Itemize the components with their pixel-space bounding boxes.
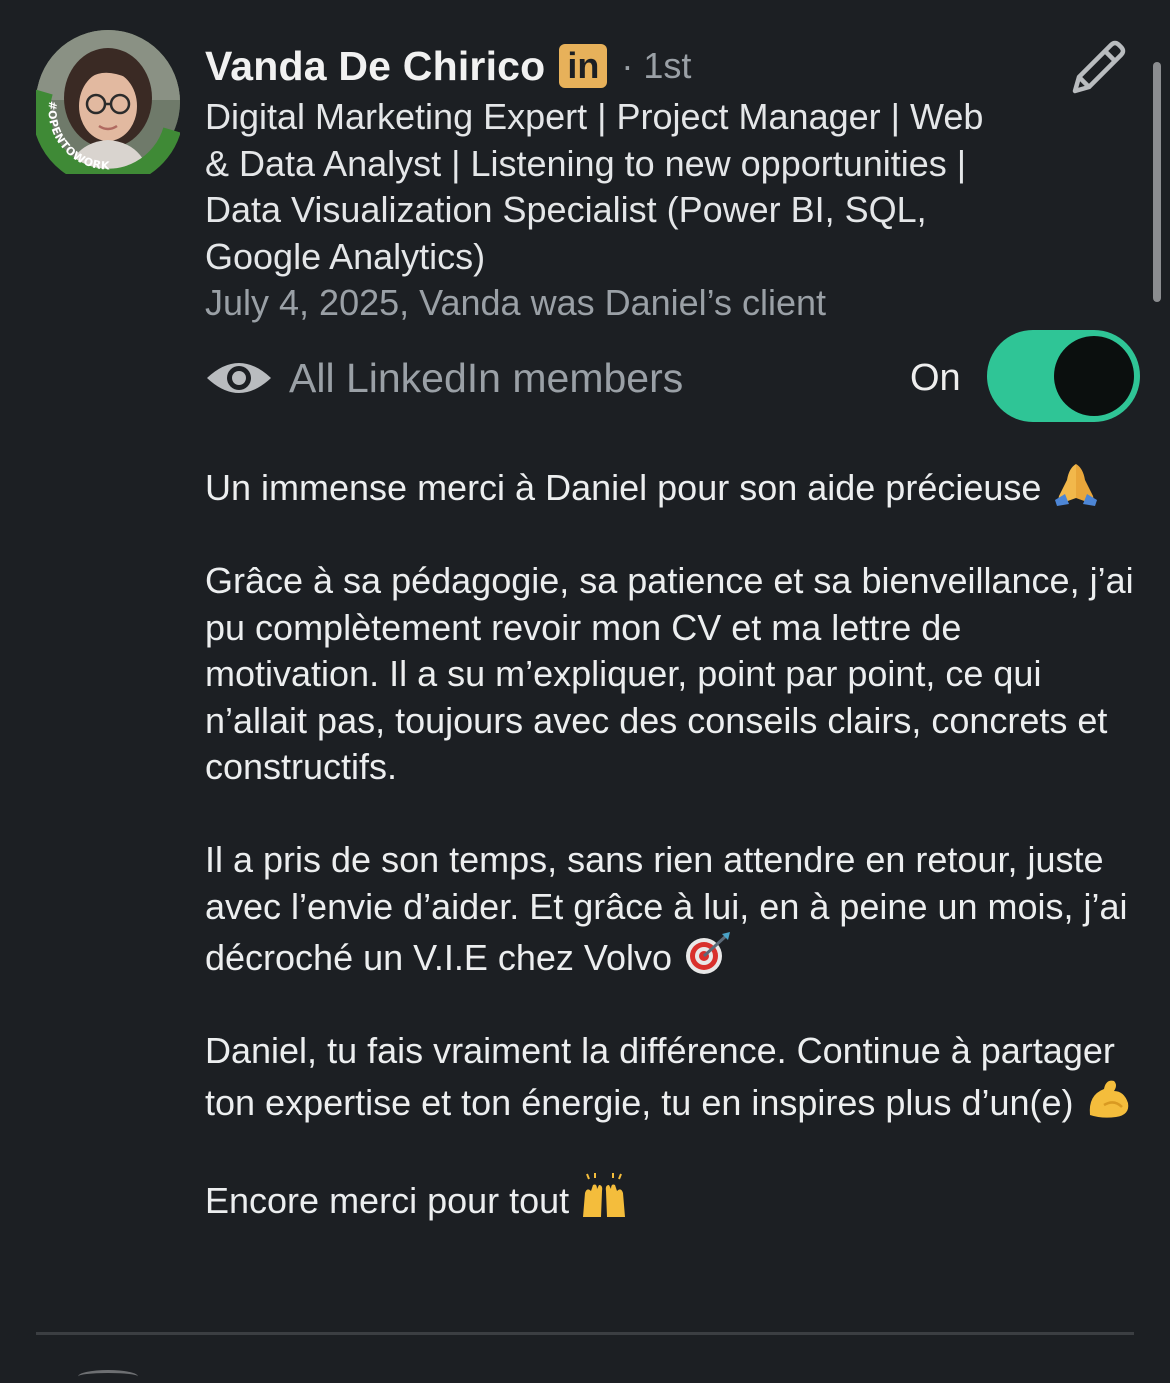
- author-headline: Digital Marketing Expert | Project Manag…: [205, 96, 984, 277]
- author-avatar[interactable]: [36, 30, 180, 174]
- connection-degree: · 1st: [621, 45, 692, 86]
- scrollbar[interactable]: [1153, 62, 1161, 302]
- pencil-icon: [1072, 40, 1126, 94]
- recommendation-text: Un immense merci à Daniel pour son aide …: [205, 460, 1145, 1224]
- direct-hit-icon: [685, 932, 730, 974]
- author-name-row: Vanda De Chirico in · 1st: [205, 38, 691, 94]
- paragraph-2: Grâce à sa pédagogie, sa patience et sa …: [205, 560, 1144, 787]
- edit-button[interactable]: [1062, 32, 1134, 104]
- flexed-biceps-icon: [1089, 1080, 1128, 1118]
- visibility-toggle[interactable]: [987, 330, 1140, 422]
- recommendation-card: #OPENTOWORK Vanda De Chirico in · 1st Di…: [0, 0, 1170, 1375]
- divider: [36, 1332, 1134, 1335]
- folded-hands-icon: [1055, 464, 1098, 506]
- toggle-knob: [1054, 336, 1134, 416]
- visibility-label: All LinkedIn members: [289, 354, 684, 401]
- linkedin-premium-badge-icon: in: [559, 44, 608, 88]
- visibility-row: All LinkedIn members: [205, 350, 683, 406]
- next-item-avatar-peek: [78, 1370, 138, 1383]
- paragraph-4: Daniel, tu fais vraiment la différence. …: [205, 1028, 1145, 1126]
- author-name[interactable]: Vanda De Chirico: [205, 43, 545, 90]
- paragraph-1: Un immense merci à Daniel pour son aide …: [205, 460, 1145, 512]
- recommendation-date-relation: July 4, 2025, Vanda was Daniel’s client: [205, 282, 827, 323]
- paragraph-3: Il a pris de son temps, sans rien attend…: [205, 839, 1138, 978]
- toggle-state-label: On: [910, 357, 961, 399]
- raising-hands-icon: [583, 1172, 626, 1217]
- eye-icon: [207, 363, 271, 393]
- paragraph-5: Encore merci pour tout: [205, 1172, 1145, 1225]
